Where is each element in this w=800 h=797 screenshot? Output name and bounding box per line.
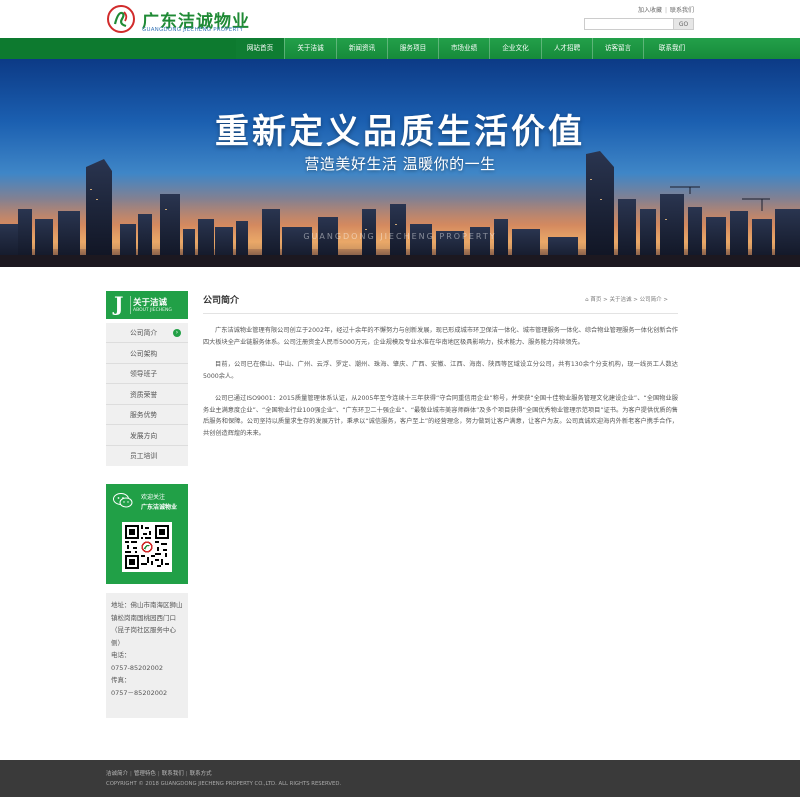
- top-links: 加入收藏 | 联系我们: [638, 5, 694, 14]
- sidebar-item-direction[interactable]: 发展方向: [106, 426, 188, 446]
- footer-link[interactable]: 联系方式: [190, 771, 212, 777]
- hero-banner: 重新定义品质生活价值 营造美好生活 温暖你的一生 GUANGDONG JIECH…: [0, 59, 800, 267]
- sidebar-item-profile[interactable]: 公司简介 ›: [106, 323, 188, 343]
- fax-number: 0757－85202002: [111, 688, 168, 697]
- sidebar-menu: 公司简介 › 公司架构 领导班子 资质荣誉 服务优势 发展方向 员工培训: [106, 323, 188, 466]
- header: 广东洁诚物业 GUANGDONG JIECHENG PROPERTY 加入收藏 |…: [0, 0, 800, 38]
- footer-link[interactable]: 联系我们: [162, 771, 184, 777]
- page-title: 公司简介: [203, 296, 240, 306]
- sidebar-title: 关于洁诚: [133, 298, 168, 308]
- sidebar-item-honors[interactable]: 资质荣誉: [106, 385, 188, 405]
- article-paragraph: 目前，公司已在佛山、中山、广州、云浮、罗定、潮州、珠海、肇庆、广西、安徽、江西、…: [203, 361, 678, 380]
- sidebar-item-label: 领导班子: [130, 370, 158, 378]
- breadcrumb: ⌂ 首页 > 关于洁诚 > 公司简介 >: [585, 295, 668, 303]
- nav-item-services[interactable]: 服务项目: [387, 38, 438, 59]
- sidebar-letter: J: [114, 292, 124, 316]
- add-favorite-link[interactable]: 加入收藏: [638, 7, 662, 14]
- footer: 洁诚简介 | 管理特色 | 联系我们 | 联系方式 COPYRIGHT © 2018 GUA…: [0, 760, 800, 797]
- sidebar-header: J 关于洁诚 ABOUT JIECHENG: [106, 291, 188, 319]
- breadcrumb-about[interactable]: 关于洁诚: [610, 297, 632, 303]
- breadcrumb-current[interactable]: 公司简介: [640, 297, 662, 303]
- wechat-icon: [113, 493, 133, 508]
- divider: |: [130, 771, 132, 777]
- nav-item-culture[interactable]: 企业文化: [489, 38, 541, 59]
- sidebar-item-training[interactable]: 员工培训: [106, 446, 188, 466]
- address-text: 地址：佛山市南海区狮山镇松岗南国桃园西门口（昆子岗社区服务中心侧）: [111, 601, 183, 647]
- nav-accent: [0, 38, 236, 59]
- qr-caption: 欢迎关注: [141, 494, 166, 501]
- sidebar-item-leadership[interactable]: 领导班子: [106, 364, 188, 384]
- logo-icon: [107, 5, 135, 33]
- qr-account-name: 广东洁诚物业: [141, 504, 178, 511]
- wechat-follow-box: 欢迎关注 广东洁诚物业: [106, 484, 188, 584]
- banner-watermark: GUANGDONG JIECHENG PROPERTY: [303, 232, 497, 241]
- home-icon: ⌂: [585, 297, 589, 303]
- nav-item-news[interactable]: 新闻资讯: [336, 38, 387, 59]
- nav-item-performance[interactable]: 市场业绩: [438, 38, 489, 59]
- article-paragraph: 广东洁诚物业管理有限公司创立于2002年，经过十余年的不懈努力与创新发展，现已形…: [203, 327, 678, 346]
- copyright-text: COPYRIGHT © 2018 GUANGDONG JIECHENG PROP…: [106, 781, 342, 787]
- qr-code: [122, 522, 172, 572]
- breadcrumb-home[interactable]: 首页: [590, 297, 601, 303]
- nav-item-home[interactable]: 网站首页: [236, 38, 284, 59]
- banner-subtitle: 营造美好生活 温暖你的一生: [304, 155, 496, 173]
- breadcrumb-separator: >: [663, 297, 668, 303]
- sidebar-item-label: 公司架构: [130, 349, 158, 358]
- divider: |: [664, 7, 667, 14]
- nav-item-careers[interactable]: 人才招聘: [541, 38, 592, 59]
- nav-item-about[interactable]: 关于洁诚: [284, 38, 336, 59]
- footer-link[interactable]: 洁诚简介: [106, 771, 128, 777]
- banner-title: 重新定义品质生活价值: [215, 112, 585, 152]
- sidebar-item-label: 公司简介: [130, 329, 158, 337]
- phone-number: 0757-85202002: [111, 663, 163, 672]
- search-input[interactable]: [584, 18, 674, 30]
- divider: [203, 313, 678, 314]
- breadcrumb-separator: >: [633, 297, 638, 303]
- contact-info: 地址：佛山市南海区狮山镇松岗南国桃园西门口（昆子岗社区服务中心侧） 电话： 07…: [106, 593, 188, 718]
- divider: |: [185, 771, 188, 777]
- search-button[interactable]: GO: [674, 18, 694, 30]
- nav-item-contact[interactable]: 联系我们: [643, 38, 700, 59]
- contact-us-link[interactable]: 联系我们: [670, 7, 694, 14]
- divider: |: [157, 771, 160, 777]
- logo[interactable]: 广东洁诚物业 GUANGDONG JIECHENG PROPERTY: [106, 4, 249, 36]
- breadcrumb-separator: >: [603, 297, 608, 303]
- chevron-right-icon: ›: [173, 329, 181, 337]
- sidebar-subtitle: ABOUT JIECHENG: [133, 308, 172, 313]
- logo-subtext: GUANGDONG JIECHENG PROPERTY: [142, 27, 244, 33]
- article-body: 广东洁诚物业管理有限公司创立于2002年，经过十余年的不懈努力与创新发展，现已形…: [203, 325, 678, 450]
- phone-label: 电话：: [111, 651, 131, 659]
- fax-label: 传真：: [111, 676, 131, 684]
- sidebar-item-label: 发展方向: [130, 431, 158, 440]
- sidebar-item-structure[interactable]: 公司架构: [106, 344, 188, 364]
- nav-menu: 网站首页 关于洁诚 新闻资讯 服务项目 市场业绩 企业文化 人才招聘 访客留言 …: [236, 38, 700, 59]
- nav-item-guestbook[interactable]: 访客留言: [592, 38, 643, 59]
- sidebar-item-label: 资质荣誉: [130, 390, 158, 399]
- footer-link[interactable]: 管理特色: [134, 771, 156, 777]
- search-bar: GO: [584, 18, 694, 30]
- footer-links: 洁诚简介 | 管理特色 | 联系我们 | 联系方式: [106, 769, 212, 777]
- sidebar-item-label: 员工培训: [130, 452, 158, 460]
- article-paragraph: 公司已通过ISO9001：2015质量管理体系认证，从2005年至今连续十三年获…: [203, 395, 678, 437]
- main-navigation: 网站首页 关于洁诚 新闻资讯 服务项目 市场业绩 企业文化 人才招聘 访客留言 …: [0, 38, 800, 59]
- sidebar-item-advantages[interactable]: 服务优势: [106, 405, 188, 425]
- sidebar-item-label: 服务优势: [130, 411, 158, 419]
- divider: [130, 296, 131, 314]
